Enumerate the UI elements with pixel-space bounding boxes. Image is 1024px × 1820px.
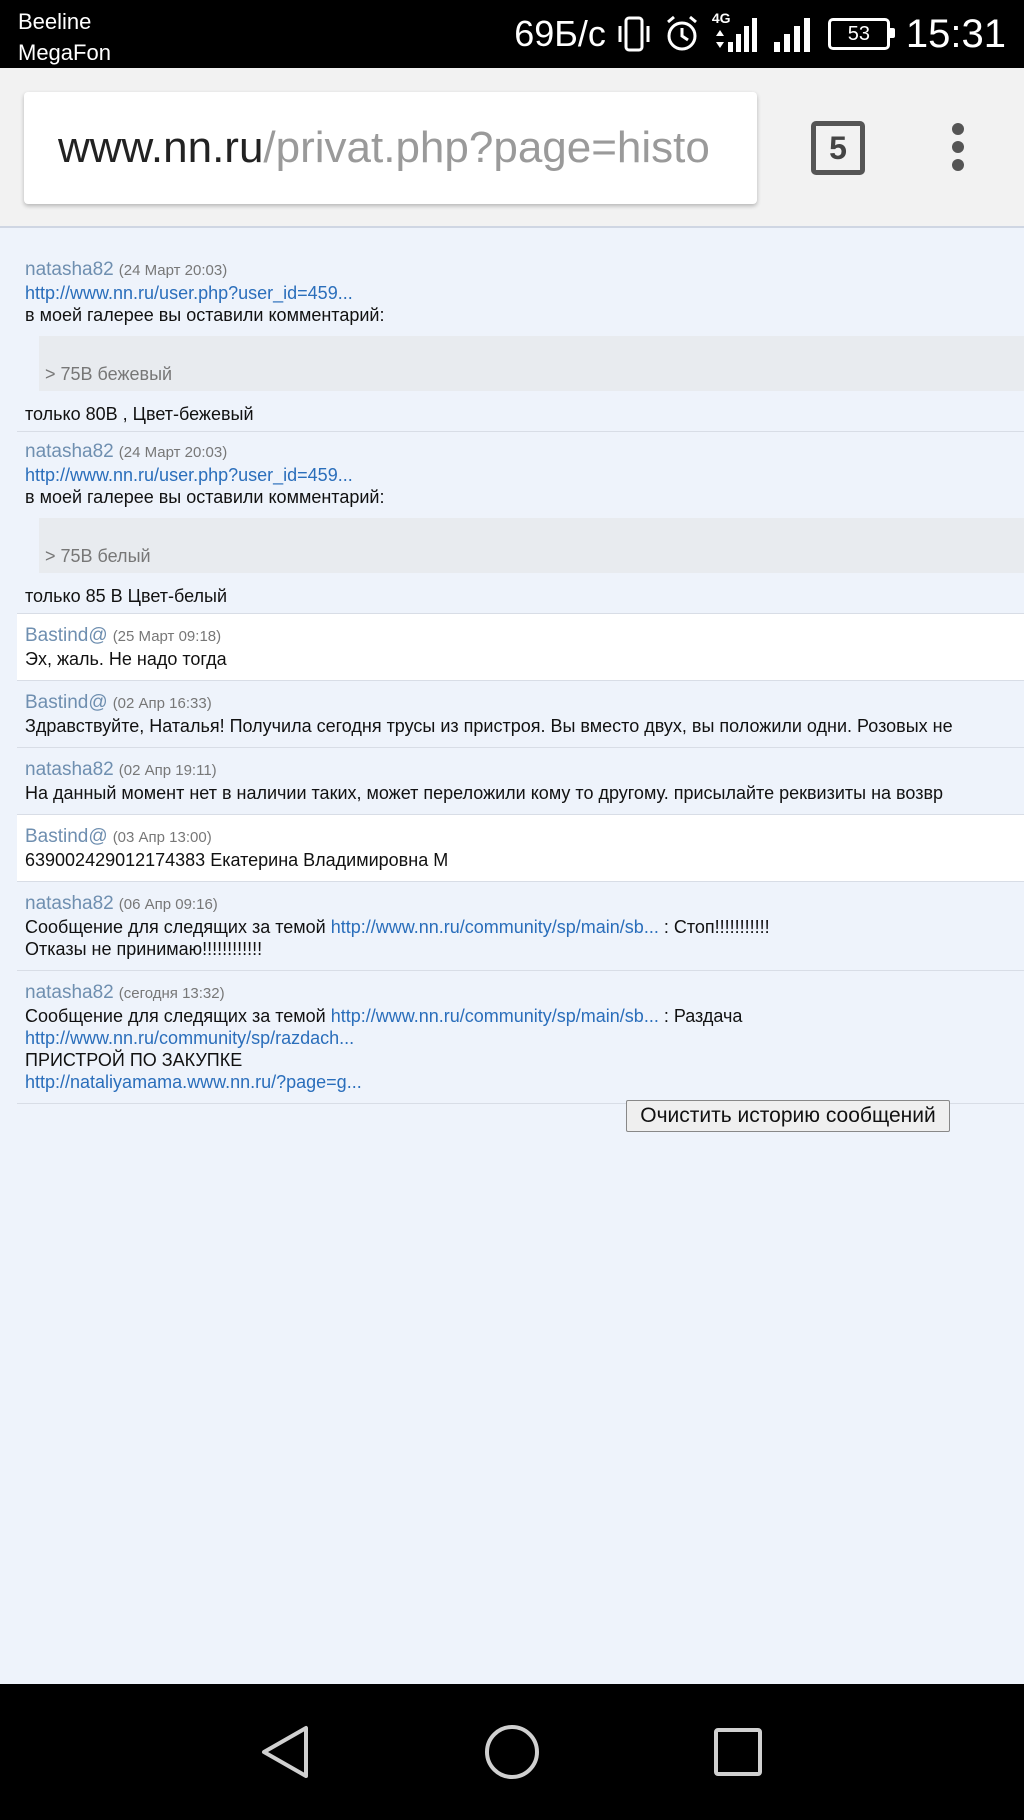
alarm-icon (662, 14, 702, 54)
status-indicators: 69Б/с 4G 53 15:31 (514, 10, 1006, 58)
message-item: natasha82 (сегодня 13:32) Сообщение для … (17, 971, 1024, 1104)
tab-count: 5 (829, 129, 847, 166)
carrier-1: Beeline (18, 9, 92, 34)
message-text: Эх, жаль. Не надо тогда (25, 649, 227, 669)
message-item: natasha82 (24 Март 20:03) http://www.nn.… (17, 432, 1024, 614)
carrier-2: MegaFon (18, 40, 111, 65)
message-link[interactable]: http://nataliyamama.www.nn.ru/?page=g... (25, 1072, 362, 1092)
message-text: : Раздача (658, 1006, 743, 1026)
message-date: (24 Март 20:03) (118, 444, 228, 461)
message-author[interactable]: Bastind@ (25, 826, 108, 847)
home-icon[interactable] (480, 1720, 544, 1784)
battery-level: 53 (847, 22, 871, 45)
status-bar: Beeline MegaFon 69Б/с 4G 53 15:31 (0, 0, 1024, 68)
quoted-comment: > 75В белый (39, 518, 1024, 573)
tab-switcher-button[interactable]: 5 (811, 121, 865, 175)
quoted-comment: > 75В бежевый (39, 336, 1024, 391)
message-link[interactable]: http://www.nn.ru/community/sp/main/sb... (331, 917, 659, 937)
address-bar[interactable]: www.nn.ru/privat.php?page=histo (24, 92, 757, 204)
message-text: Сообщение для следящих за темой (25, 917, 331, 937)
message-text: На данный момент нет в наличии таких, мо… (25, 783, 944, 803)
signal-icon (772, 14, 818, 54)
more-options-icon[interactable] (946, 123, 970, 173)
url-domain: www.nn.ru (58, 123, 264, 172)
message-text: Сообщение для следящих за темой (25, 1006, 331, 1026)
message-date: (02 Апр 19:11) (118, 762, 217, 779)
message-date: (02 Апр 16:33) (112, 695, 212, 712)
message-author[interactable]: natasha82 (25, 441, 114, 462)
message-item: natasha82 (02 Апр 19:11) На данный момен… (17, 748, 1024, 815)
message-text: только 80В , Цвет-бежевый (25, 404, 254, 424)
back-icon[interactable] (254, 1720, 318, 1784)
carrier-names: Beeline MegaFon (18, 6, 111, 68)
message-link[interactable]: http://www.nn.ru/user.php?user_id=459... (25, 465, 353, 485)
clear-history-button[interactable]: Очистить историю сообщений (626, 1100, 950, 1132)
message-author[interactable]: natasha82 (25, 759, 114, 780)
message-author[interactable]: Bastind@ (25, 692, 108, 713)
message-date: (03 Апр 13:00) (112, 829, 212, 846)
message-item: natasha82 (06 Апр 09:16) Сообщение для с… (17, 882, 1024, 971)
message-text: в моей галерее вы оставили комментарий: (25, 487, 385, 507)
message-text: ПРИСТРОЙ ПО ЗАКУПКЕ (25, 1050, 243, 1070)
message-date: (сегодня 13:32) (118, 985, 225, 1002)
message-text: 639002429012174383 Екатерина Владимировн… (25, 850, 449, 870)
network-speed: 69Б/с (514, 13, 606, 54)
message-date: (25 Март 09:18) (112, 628, 222, 645)
mobile-data-signal-icon: 4G (712, 10, 762, 54)
navigation-bar (0, 1684, 1024, 1820)
message-item: Bastind@ (25 Март 09:18) Эх, жаль. Не на… (17, 614, 1024, 681)
battery-icon: 53 (827, 18, 895, 50)
message-link[interactable]: http://www.nn.ru/community/sp/razdach... (25, 1028, 354, 1048)
vibrate-icon (616, 14, 652, 54)
message-author[interactable]: natasha82 (25, 893, 114, 914)
message-date: (06 Апр 09:16) (118, 896, 218, 913)
network-type-label: 4G (711, 10, 731, 26)
message-text: : Стоп!!!!!!!!!!! (658, 917, 770, 937)
message-author[interactable]: Bastind@ (25, 625, 108, 646)
message-item: Bastind@ (03 Апр 13:00) 6390024290121743… (17, 815, 1024, 882)
url-path: /privat.php?page=histo (263, 123, 710, 172)
clock: 15:31 (905, 11, 1006, 56)
recent-apps-icon[interactable] (706, 1720, 770, 1784)
message-author[interactable]: natasha82 (25, 982, 114, 1003)
message-author[interactable]: natasha82 (25, 259, 114, 280)
message-text: Отказы не принимаю!!!!!!!!!!!! (25, 939, 263, 959)
message-link[interactable]: http://www.nn.ru/community/sp/main/sb... (331, 1006, 659, 1026)
message-date: (24 Март 20:03) (118, 262, 228, 279)
browser-toolbar: www.nn.ru/privat.php?page=histo 5 (0, 68, 1024, 228)
message-item: Bastind@ (02 Апр 16:33) Здравствуйте, На… (17, 681, 1024, 748)
message-history-page: natasha82 (24 Март 20:03) http://www.nn.… (0, 228, 1024, 1684)
message-text: только 85 В Цвет-белый (25, 586, 227, 606)
message-text: в моей галерее вы оставили комментарий: (25, 305, 385, 325)
message-item: natasha82 (24 Март 20:03) http://www.nn.… (17, 250, 1024, 432)
message-text: Здравствуйте, Наталья! Получила сегодня … (25, 716, 953, 736)
message-link[interactable]: http://www.nn.ru/user.php?user_id=459... (25, 283, 353, 303)
url-text: www.nn.ru/privat.php?page=histo (58, 120, 710, 176)
